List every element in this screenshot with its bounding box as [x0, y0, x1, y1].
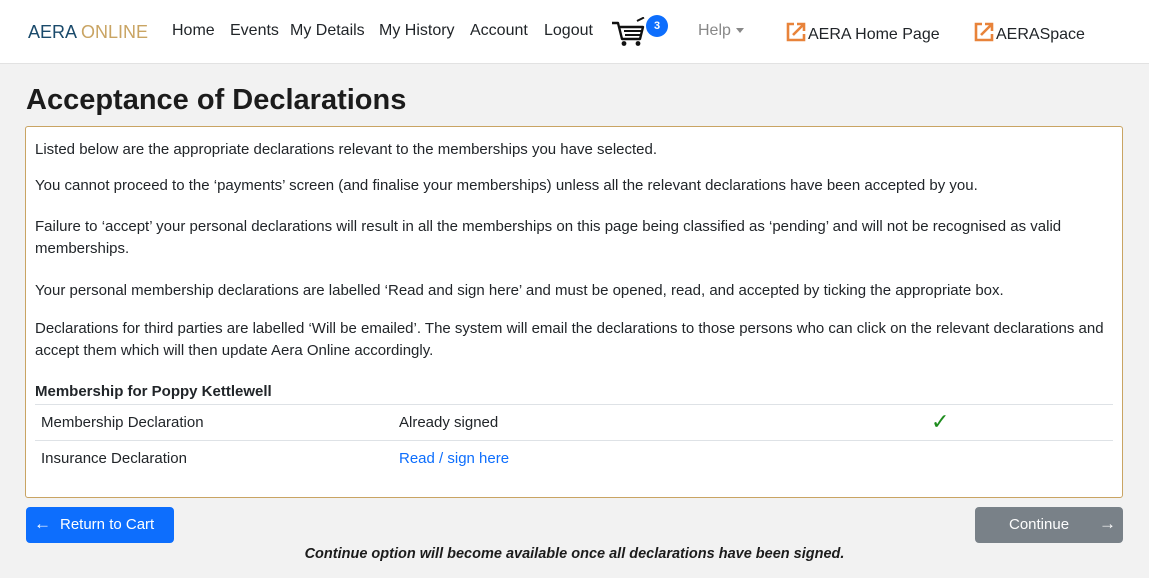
external-link-icon [786, 22, 806, 42]
read-sign-link[interactable]: Read / sign here [399, 450, 509, 467]
aeraspace-label: AERASpace [996, 26, 1085, 43]
third-party-declarations-paragraph: Declarations for third parties are label… [35, 320, 1104, 359]
return-to-cart-label: Return to Cart [60, 516, 155, 533]
declaration-status: Already signed [399, 414, 499, 431]
checkmark-icon: ✓ [931, 409, 950, 434]
declarations-panel: Listed below are the appropriate declara… [25, 126, 1123, 498]
aera-home-page-label: AERA Home Page [808, 26, 940, 43]
link-aeraspace[interactable]: AERASpace [972, 20, 1085, 44]
help-dropdown[interactable]: Help [698, 22, 744, 40]
declaration-row: Insurance Declaration Read / sign here [35, 440, 1113, 475]
pending-warning-paragraph: Failure to ‘accept’ your personal declar… [35, 218, 1062, 257]
personal-declarations-paragraph: Your personal membership declarations ar… [35, 282, 1004, 299]
external-link-icon [974, 22, 994, 42]
continue-footnote: Continue option will become available on… [304, 546, 845, 562]
arrow-left-icon: ← [34, 514, 51, 533]
continue-button[interactable]: Continue → [975, 507, 1123, 543]
link-aera-home-page[interactable]: AERA Home Page [784, 20, 940, 44]
brand-text-online: ONLINE [81, 22, 149, 42]
membership-heading: Membership for Poppy Kettlewell [35, 383, 272, 400]
nav-home[interactable]: Home [172, 22, 215, 40]
return-to-cart-button[interactable]: ← Return to Cart [26, 507, 174, 543]
declaration-row: Membership Declaration Already signed ✓ [35, 404, 1113, 439]
payments-notice-paragraph: You cannot proceed to the ‘payments’ scr… [35, 177, 978, 194]
brand-logo[interactable]: AERA ONLINE [28, 22, 148, 43]
arrow-right-icon: → [1099, 514, 1116, 533]
nav-account[interactable]: Account [470, 22, 528, 40]
nav-logout[interactable]: Logout [544, 22, 593, 40]
page-title: Acceptance of Declarations [26, 84, 407, 116]
caret-down-icon [735, 28, 744, 34]
nav-events[interactable]: Events [230, 22, 279, 40]
intro-paragraph: Listed below are the appropriate declara… [35, 141, 658, 158]
cart-count-badge: 3 [646, 15, 668, 37]
continue-label: Continue [1009, 516, 1070, 533]
help-label: Help [698, 22, 731, 39]
declaration-name: Insurance Declaration [41, 450, 187, 467]
shopping-cart-icon[interactable] [610, 17, 646, 47]
brand-text-aera: AERA [28, 22, 77, 42]
declaration-name: Membership Declaration [41, 414, 204, 431]
top-navbar: AERA ONLINE Home Events My Details My Hi… [0, 0, 1149, 64]
nav-my-details[interactable]: My Details [290, 22, 365, 40]
nav-my-history[interactable]: My History [379, 22, 455, 40]
